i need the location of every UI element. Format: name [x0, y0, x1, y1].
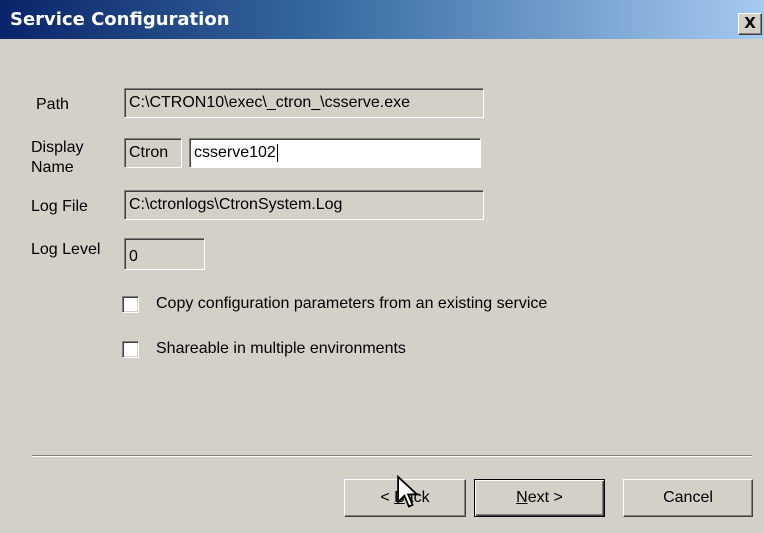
log-level-field: 0 [124, 238, 205, 270]
copy-config-option[interactable]: Copy configuration parameters from an ex… [122, 293, 547, 315]
arrow-cursor-icon [397, 475, 420, 508]
back-prefix: < [380, 489, 395, 506]
log-file-label: Log File [31, 198, 88, 215]
shareable-checkbox[interactable] [122, 340, 139, 358]
display-name-label-line1: Display [31, 139, 84, 156]
display-name-value: csserve102 [194, 144, 276, 161]
display-name-prefix: Ctron [129, 144, 169, 161]
text-caret [276, 143, 278, 162]
cancel-button[interactable]: Cancel [623, 479, 753, 517]
close-icon: X [744, 14, 756, 32]
close-button[interactable]: X [738, 13, 762, 35]
next-button[interactable]: Next > [474, 479, 605, 517]
copy-config-checkbox[interactable] [122, 295, 139, 313]
copy-config-label: Copy configuration parameters from an ex… [156, 295, 548, 312]
next-mnemonic: N [516, 489, 528, 506]
next-rest: ext > [527, 489, 563, 506]
log-level-label: Log Level [31, 241, 101, 258]
shareable-option[interactable]: Shareable in multiple environments [122, 338, 406, 360]
footer-separator [32, 455, 752, 457]
path-value: C:\CTRON10\exec\_ctron_\csserve.exe [129, 94, 410, 111]
shareable-label: Shareable in multiple environments [156, 340, 406, 357]
log-file-value: C:\ctronlogs\CtronSystem.Log [129, 196, 343, 213]
path-field: C:\CTRON10\exec\_ctron_\csserve.exe [124, 88, 484, 118]
display-name-label-line2: Name [31, 159, 74, 176]
cancel-label: Cancel [663, 489, 713, 506]
window-title: Service Configuration [10, 9, 230, 30]
display-name-input[interactable]: csserve102 [189, 138, 481, 168]
path-label: Path [36, 96, 69, 113]
log-file-field: C:\ctronlogs\CtronSystem.Log [124, 190, 484, 220]
title-bar[interactable]: Service Configuration X [0, 0, 764, 40]
log-level-value: 0 [129, 248, 138, 265]
display-name-prefix-field: Ctron [124, 138, 182, 168]
